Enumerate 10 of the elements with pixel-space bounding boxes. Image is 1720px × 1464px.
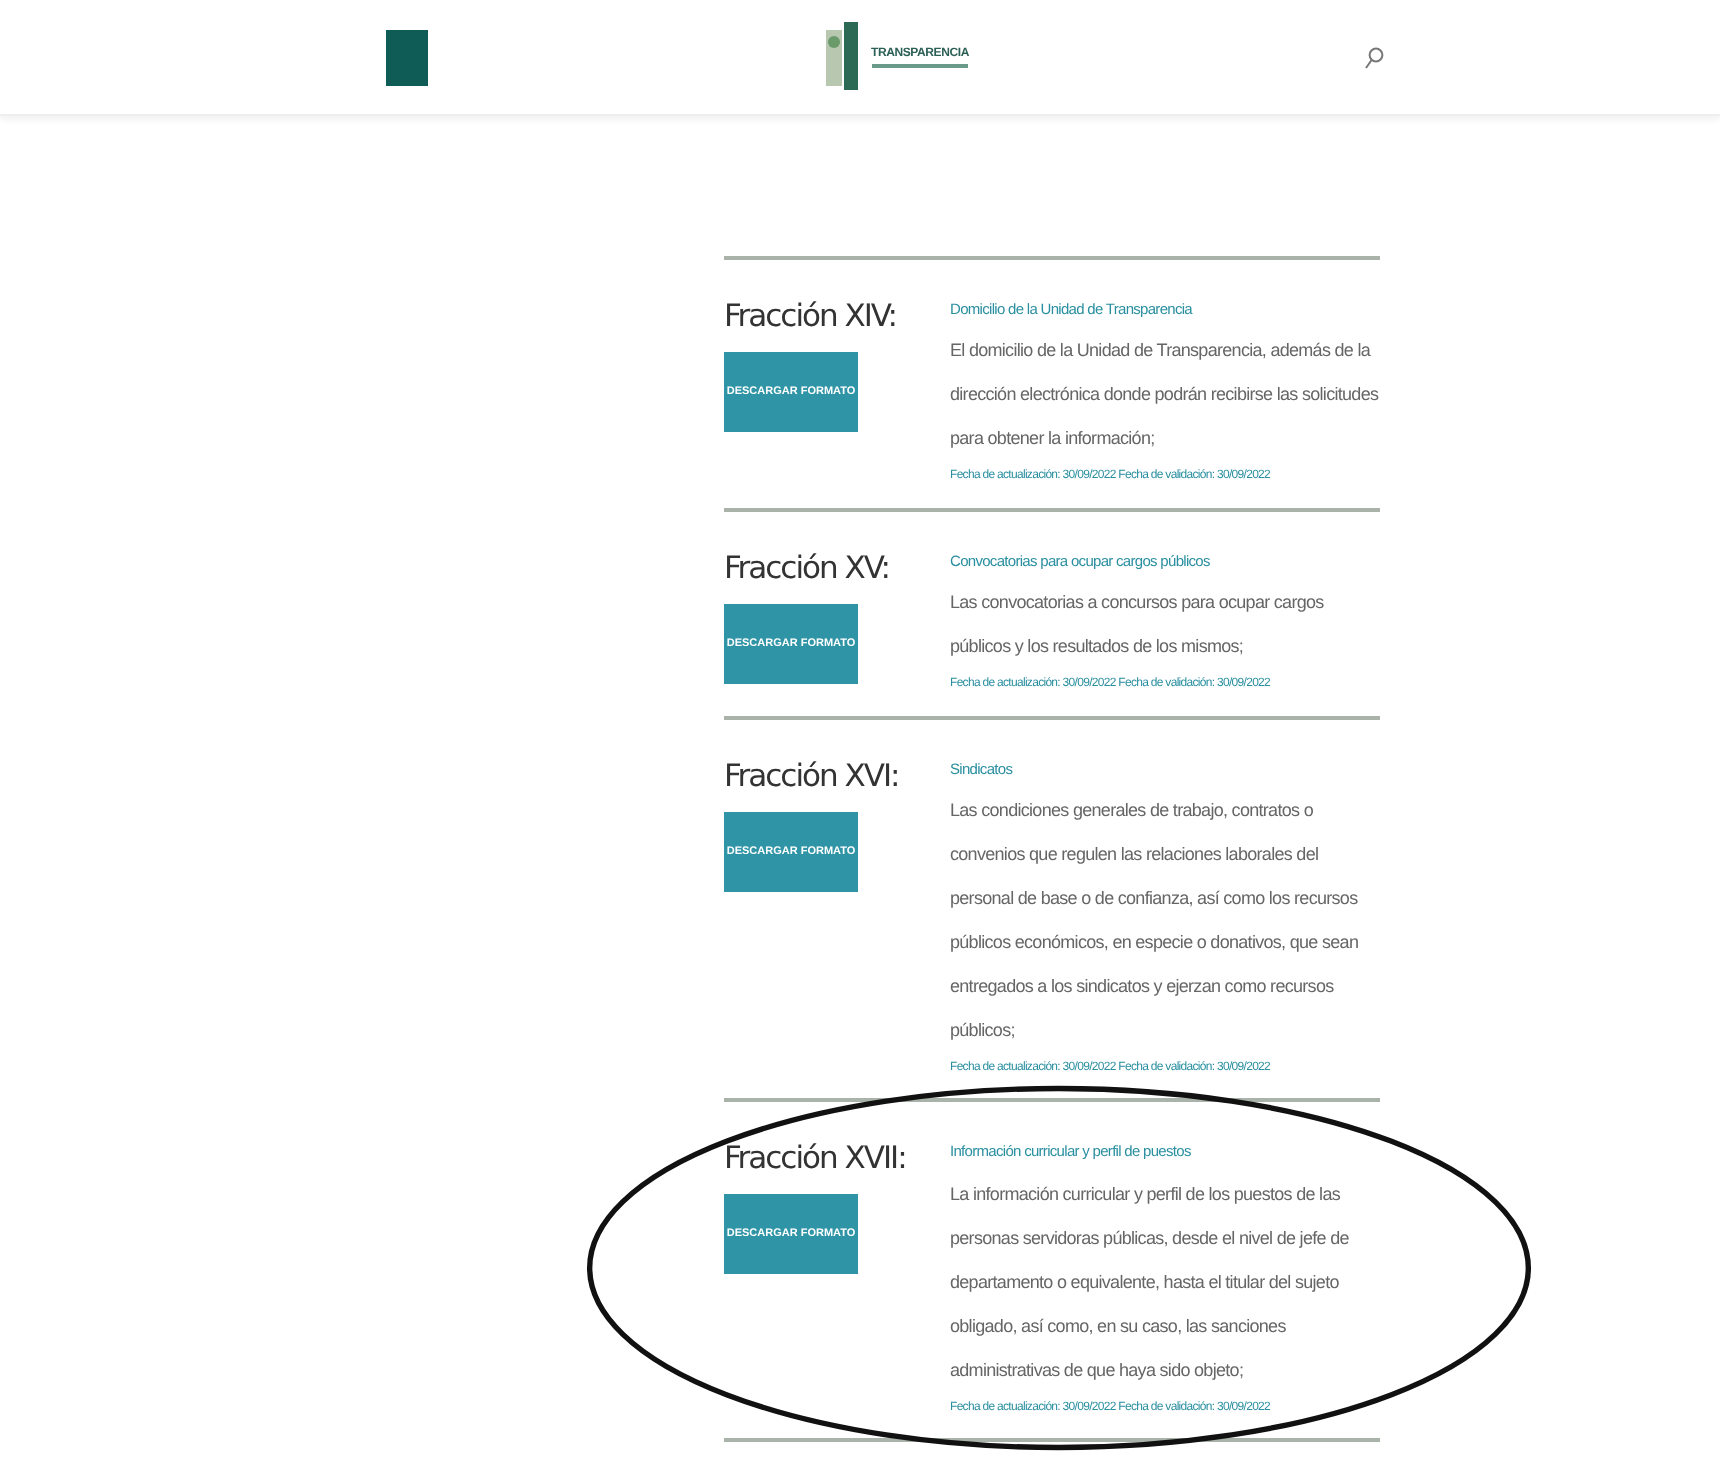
fraction-description: Las condiciones generales de trabajo, contratos o convenios que regulen las relaciones laborales del personal de base o de confianza, así como los recursos públicos económicos, en especie o donativos, que sean entregados a los sindicatos y ejerzan como recursos públicos; — [950, 797, 1361, 1044]
fraction-title: Fracción XVI: — [724, 755, 901, 796]
logo-icon — [823, 21, 864, 93]
fraction-description: La información curricular y perfil de los puestos de las personas servidoras públicas, desde el nivel de jefe de departamento o equivalente, hasta el titular del sujeto obligado, así como, en su caso, las sanciones administrativas de que haya sido objeto; — [950, 1181, 1351, 1384]
fraction-description: El domicilio de la Unidad de Transparencia, además de la dirección electrónica donde podrán recibirse las solicitudes para obtener la información; — [950, 338, 1380, 453]
fraction-description: Las convocatorias a concursos para ocupar cargos públicos y los resultados de los mismos; — [950, 590, 1326, 660]
fraction-title: Fracción XV: — [724, 547, 891, 588]
fraction-title: Fracción XVII: — [724, 1138, 908, 1179]
fraction-title: Fracción XIV: — [724, 296, 898, 337]
search-icon[interactable] — [1364, 45, 1384, 69]
